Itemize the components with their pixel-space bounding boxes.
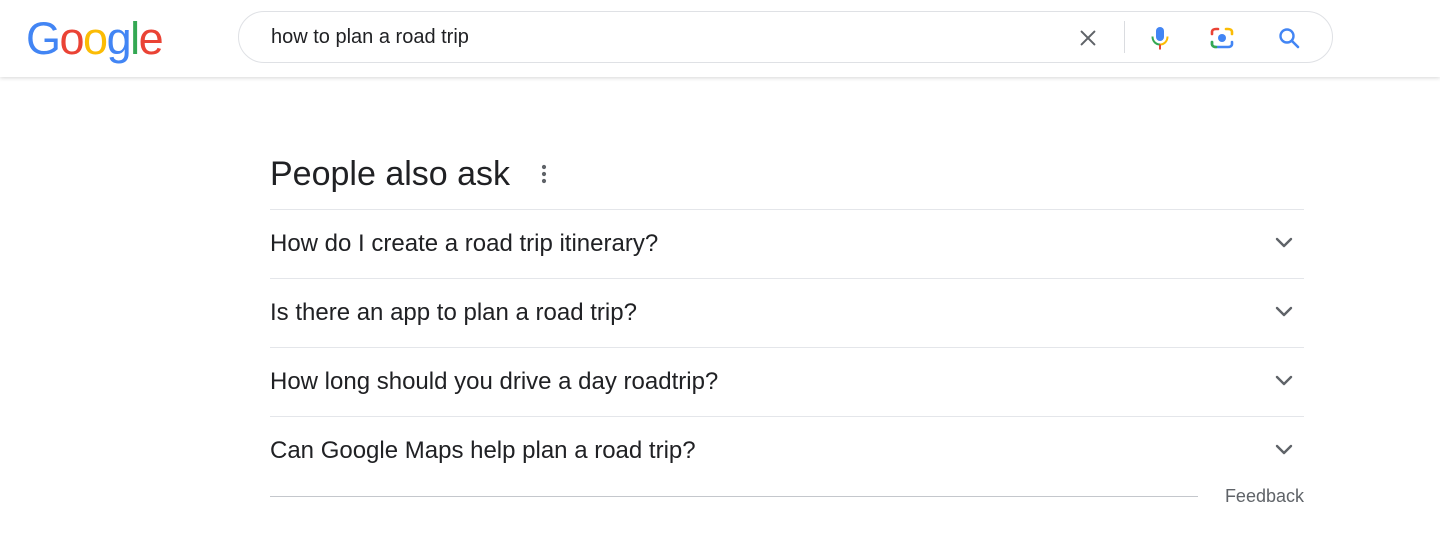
search-icon[interactable] [1276, 25, 1302, 51]
logo-letter-2: o [59, 13, 85, 64]
google-logo[interactable]: Google [26, 13, 164, 64]
search-box [238, 11, 1333, 63]
paa-question-2[interactable]: Is there an app to plan a road trip? [270, 279, 1304, 348]
question-text: How do I create a road trip itinerary? [270, 230, 659, 257]
chevron-down-icon[interactable] [1272, 231, 1296, 255]
paa-header: People also ask [270, 140, 1304, 210]
question-text: Can Google Maps help plan a road trip? [270, 437, 696, 464]
paa-title: People also ask [270, 155, 511, 193]
chevron-down-icon[interactable] [1272, 438, 1296, 462]
paa-question-1[interactable]: How do I create a road trip itinerary? [270, 210, 1304, 279]
people-also-ask: People also ask How do I create a road t… [270, 140, 1304, 485]
paa-question-3[interactable]: How long should you drive a day roadtrip… [270, 348, 1304, 417]
feedback-link[interactable]: Feedback [1225, 486, 1304, 507]
question-text: Is there an app to plan a road trip? [270, 299, 637, 326]
footer-divider [270, 496, 1198, 497]
top-bar: Google [0, 0, 1440, 77]
microphone-icon[interactable] [1147, 25, 1173, 51]
question-text: How long should you drive a day roadtrip… [270, 368, 719, 395]
paa-footer: Feedback [270, 484, 1304, 510]
logo-letter-4: g [106, 13, 132, 64]
chevron-down-icon[interactable] [1272, 369, 1296, 393]
paa-question-4[interactable]: Can Google Maps help plan a road trip? [270, 417, 1304, 485]
vertical-dots-icon[interactable] [536, 162, 552, 186]
logo-letter-5: l [130, 13, 140, 64]
chevron-down-icon[interactable] [1272, 300, 1296, 324]
logo-letter-1: G [26, 13, 61, 64]
camera-lens-icon[interactable] [1209, 25, 1235, 51]
logo-letter-6: e [138, 13, 164, 64]
close-icon[interactable] [1075, 25, 1101, 51]
logo-letter-3: o [83, 13, 108, 64]
search-divider [1124, 21, 1125, 53]
search-input[interactable] [271, 12, 1031, 62]
